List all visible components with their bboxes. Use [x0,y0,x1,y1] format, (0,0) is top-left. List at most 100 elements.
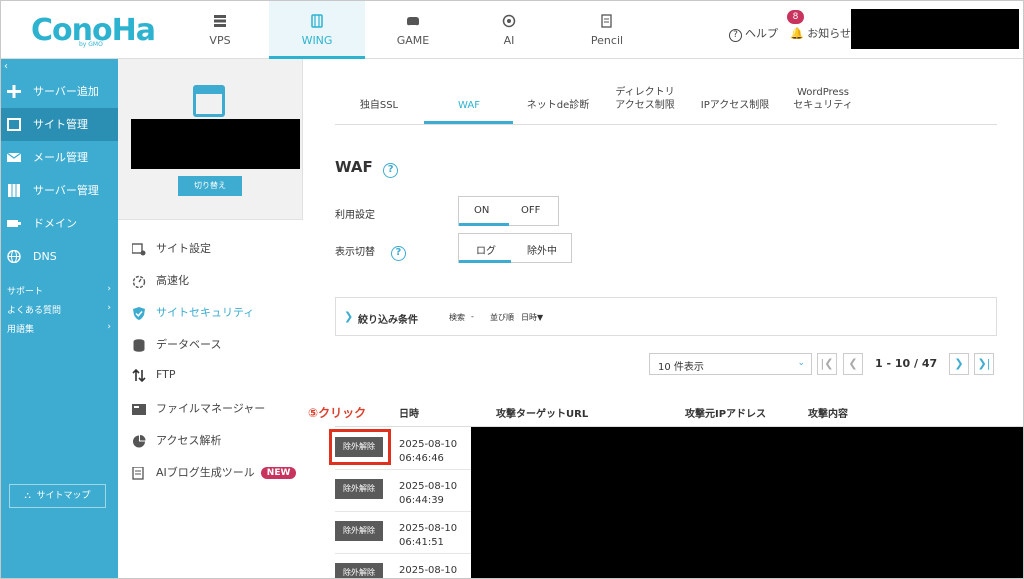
site-window-icon [193,85,225,117]
site-menu: サイト設定 高速化 サイトセキュリティ データベース FTP ファイルマネージャ… [118,219,303,578]
tab-ip-access[interactable]: IPアクセス制限 [695,99,775,112]
pager-info: 1 - 10 / 47 [875,357,938,370]
column-header-source-ip: 攻撃元IPアドレス [685,409,767,420]
nav-tab-vps[interactable]: VPS [171,1,269,59]
sidebar-item-server-manage[interactable]: サーバー管理 [1,174,118,207]
menu-item-site-settings[interactable]: サイト設定 [132,240,211,256]
filter-search-value: - [471,312,474,321]
filter-sort-value: 日時▼ [521,313,544,322]
menu-item-access-analysis[interactable]: アクセス解析 [132,432,221,448]
nav-tab-label: VPS [209,34,231,47]
table-row-datetime: 2025-08-10 [399,565,458,576]
tab-waf[interactable]: WAF [439,99,499,112]
ftp-icon [132,368,146,382]
sidebar-item-add-server[interactable]: サーバー追加 [1,75,118,108]
redacted-user-area [851,9,1019,49]
row-divider [335,553,471,554]
nav-tab-ai[interactable]: AI [461,1,557,59]
chevron-right-icon: › [107,303,111,313]
ai-icon [502,14,516,28]
logo-subtext: by GMO [79,41,103,48]
redacted-table-data [471,427,1023,578]
sidebar-link-support[interactable]: サポート › [7,284,111,297]
chevron-right-icon: › [107,322,111,332]
usage-off-button[interactable]: OFF [521,205,540,216]
tab-directory-access[interactable]: ディレクトリ アクセス制限 [609,86,681,112]
next-page-button[interactable]: ❯ [949,353,969,375]
per-page-select[interactable]: 10 件表示 ⌄ [649,353,812,375]
sitemap-button[interactable]: ⛬ サイトマップ [9,484,106,508]
tab-ssl[interactable]: 独自SSL [349,99,409,112]
help-icon[interactable]: ? [390,246,406,261]
menu-item-ftp[interactable]: FTP [132,368,176,382]
sidebar-link-faq[interactable]: よくある質問 › [7,303,111,316]
sidebar-item-site-manage[interactable]: サイト管理 [1,108,118,141]
unexclude-button[interactable]: 除外解除 [335,563,383,578]
sidebar-item-mail[interactable]: メール管理 [1,141,118,174]
nav-tab-label: WING [301,34,333,47]
app-window: ConoHa by GMO VPS WING GAME AI Pencil ? ヘ… [0,0,1024,579]
notice-count-badge: 8 [787,10,804,24]
filter-sort-label: 並び順 [490,313,514,322]
mail-icon [7,152,21,162]
nav-tab-label: Pencil [590,34,624,47]
nav-tab-wing[interactable]: WING [269,1,365,59]
nav-tab-pencil[interactable]: Pencil [557,1,657,59]
top-header: ConoHa by GMO VPS WING GAME AI Pencil ? ヘ… [1,1,1023,59]
chevron-right-icon: › [107,284,111,294]
menu-item-speed[interactable]: 高速化 [132,272,189,288]
tab-net-diagnosis[interactable]: ネットde診断 [521,99,595,112]
switch-site-button[interactable]: 切り替え [178,176,242,196]
help-link[interactable]: ? ヘルプ [729,25,778,42]
prev-page-button[interactable]: ❮ [843,353,863,375]
table-row-datetime: 2025-08-10 06:44:39 [399,481,458,506]
sidebar-item-domain[interactable]: ドメイン [1,207,118,240]
new-badge: NEW [260,467,297,479]
column-header-attack-content: 攻撃内容 [808,409,848,420]
chevron-right-icon: ❯ [344,310,354,323]
wing-icon [311,14,323,28]
nav-tab-label: GAME [396,34,430,47]
sidebar-collapse-button[interactable]: ‹ [4,61,8,72]
domain-icon [7,220,21,227]
pencil-icon [601,14,612,28]
menu-item-site-security[interactable]: サイトセキュリティ [132,304,254,320]
nav-tab-game[interactable]: GAME [365,1,461,59]
page-title: WAF ? [335,158,399,178]
first-page-button[interactable]: |❮ [817,353,837,375]
view-excluded-button[interactable]: 除外中 [527,242,557,257]
ai-blog-icon [132,466,144,480]
globe-icon [7,250,21,263]
site-icon [7,118,21,131]
menu-item-file-manager[interactable]: ファイルマネージャー [132,400,265,416]
click-annotation: ⑤クリック [308,406,367,420]
row-divider [335,511,471,512]
help-icon[interactable]: ? [383,163,399,178]
usage-on-indicator [459,223,509,226]
site-settings-icon [132,242,146,255]
chevron-down-icon: ⌄ [797,358,805,368]
last-page-button[interactable]: ❯| [974,353,994,375]
view-toggle: ログ 除外中 [458,233,572,263]
pie-chart-icon [133,434,146,447]
tabs-divider [335,124,997,125]
server-icon [214,15,226,27]
bell-icon: 🔔 [790,27,804,40]
tab-wordpress-security[interactable]: WordPress セキュリティ [787,86,859,112]
sidebar-item-dns[interactable]: DNS [1,240,118,273]
unexclude-button[interactable]: 除外解除 [335,521,383,541]
view-log-button[interactable]: ログ [476,242,496,257]
column-header-datetime: 日時 [399,409,419,420]
menu-item-database[interactable]: データベース [132,336,221,352]
menu-item-ai-blog[interactable]: AIブログ生成ツール NEW [132,464,297,480]
sitemap-icon: ⛬ [24,491,31,501]
usage-on-button[interactable]: ON [474,205,489,216]
sidebar-link-glossary[interactable]: 用語集 › [7,322,111,335]
filter-panel[interactable]: ❯ 絞り込み条件 検索 - 並び順 日時▼ [335,297,997,336]
table-row-datetime: 2025-08-10 06:46:46 [399,439,458,464]
notices-link[interactable]: 🔔 お知らせ [790,25,851,41]
usage-label: 利用設定 [335,210,375,221]
redacted-site-name [131,119,300,169]
unexclude-button[interactable]: 除外解除 [335,437,383,457]
unexclude-button[interactable]: 除外解除 [335,479,383,499]
